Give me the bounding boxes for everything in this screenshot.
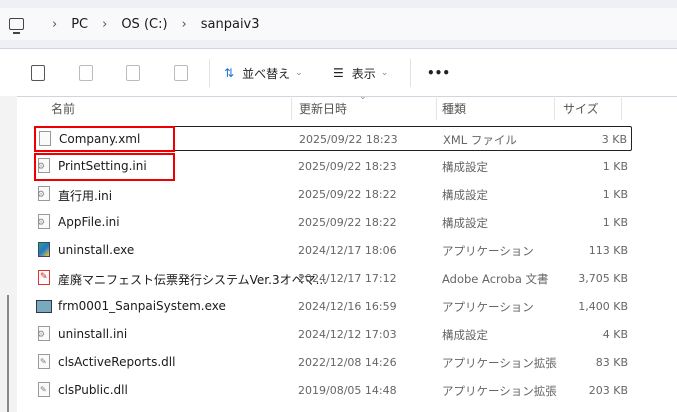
file-row[interactable]: 産廃マニフェスト伝票発行システムVer.3オペマ... 2024/12/17 1… (34, 266, 632, 291)
file-row[interactable]: uninstall.exe 2024/12/17 18:06 アプリケーション … (34, 238, 632, 263)
trash-icon (174, 65, 188, 81)
file-name: 産廃マニフェスト伝票発行システムVer.3オペマ... (58, 273, 328, 287)
file-size: 83 KB (595, 356, 628, 369)
file-name: 直行用.ini (58, 189, 113, 203)
clipboard-icon (31, 65, 45, 81)
share-button[interactable] (126, 63, 140, 83)
list-icon: ☰ (333, 66, 344, 80)
nav-scrollbar[interactable] (7, 295, 9, 412)
file-name: uninstall.exe (58, 243, 135, 257)
file-date: 2024/12/16 16:59 (298, 300, 397, 313)
breadcrumb-folder[interactable]: sanpaiv3 (201, 17, 260, 32)
column-divider (291, 96, 292, 120)
file-type: Adobe Acroba 文書 (442, 272, 549, 286)
file-row[interactable]: clsPublic.dll 2019/08/05 14:48 アプリケーション拡… (34, 378, 632, 403)
chevron-right-icon: › (181, 16, 187, 32)
column-divider (436, 96, 437, 120)
chevron-right-icon: › (102, 16, 108, 32)
delete-button[interactable] (174, 63, 188, 83)
dll-file-icon (38, 354, 50, 369)
file-type: アプリケーション (442, 244, 534, 258)
file-size: 1 KB (602, 188, 628, 201)
file-date: 2024/12/17 17:12 (298, 272, 397, 285)
rename-icon (79, 65, 93, 81)
file-size: 1 KB (602, 216, 628, 229)
file-size: 3,705 KB (578, 272, 628, 285)
view-button[interactable]: ☰ 表示 ⌄ (333, 63, 388, 83)
file-type: 構成設定 (442, 216, 488, 230)
file-size: 4 KB (602, 328, 628, 341)
file-row[interactable]: 直行用.ini 2025/09/22 18:22 構成設定 1 KB (34, 182, 632, 207)
highlight-box (34, 126, 175, 152)
file-name: AppFile.ini (58, 215, 120, 229)
file-date: 2019/08/05 14:48 (298, 384, 397, 397)
file-type: 構成設定 (442, 328, 488, 342)
file-size: 203 KB (588, 384, 628, 397)
breadcrumb-drive[interactable]: OS (C:) (121, 17, 167, 32)
column-divider (554, 96, 555, 120)
file-name: clsActiveReports.dll (58, 355, 176, 369)
column-header: 名前 更新日時 ⌄ 種類 サイズ (17, 92, 677, 120)
file-size: 1 KB (602, 160, 628, 173)
divider (209, 59, 210, 87)
view-label: 表示 (351, 66, 376, 81)
column-type[interactable]: 種類 (442, 100, 466, 117)
sort-desc-icon: ⌄ (359, 92, 367, 102)
file-type: 構成設定 (442, 188, 488, 202)
divider (410, 59, 411, 87)
file-date: 2025/09/22 18:22 (298, 188, 397, 201)
file-row[interactable]: AppFile.ini 2025/09/22 18:22 構成設定 1 KB (34, 210, 632, 235)
sort-button[interactable]: ⇅ 並べ替え ⌄ (224, 63, 303, 83)
file-name: frm0001_SanpaiSystem.exe (58, 299, 226, 313)
file-date: 2025/09/22 18:22 (298, 216, 397, 229)
file-name: clsPublic.dll (58, 383, 128, 397)
ini-file-icon (37, 326, 50, 341)
file-name: uninstall.ini (58, 327, 128, 341)
file-row[interactable]: clsActiveReports.dll 2022/12/08 14:26 アプ… (34, 350, 632, 375)
file-type: アプリケーション拡張 (442, 356, 557, 370)
file-row[interactable]: frm0001_SanpaiSystem.exe 2024/12/16 16:5… (34, 294, 632, 319)
rename-button[interactable] (79, 63, 93, 83)
dll-file-icon (38, 382, 50, 397)
sort-icon: ⇅ (224, 66, 235, 80)
file-date: 2022/12/08 14:26 (298, 356, 397, 369)
file-type: アプリケーション (442, 300, 534, 314)
file-date: 2024/12/12 17:03 (298, 328, 397, 341)
column-size[interactable]: サイズ (563, 100, 599, 117)
chevron-down-icon: ⌄ (380, 68, 389, 78)
app-exe-icon (36, 300, 52, 313)
file-type: アプリケーション拡張 (442, 384, 557, 398)
command-bar: ⇅ 並べ替え ⌄ ☰ 表示 ⌄ ••• (0, 48, 677, 97)
file-date: 2024/12/17 18:06 (298, 244, 397, 257)
column-date[interactable]: 更新日時 (299, 100, 347, 117)
paste-button[interactable] (31, 63, 45, 83)
file-size: 1,400 KB (578, 300, 628, 313)
chevron-right-icon: › (52, 16, 58, 32)
file-size: 3 KB (601, 133, 627, 146)
breadcrumb-pc[interactable]: PC (71, 17, 88, 32)
installer-exe-icon (38, 242, 50, 257)
share-icon (126, 65, 140, 81)
more-options-button[interactable]: ••• (427, 63, 450, 83)
address-bar[interactable]: › PC › OS (C:) › sanpaiv3 (0, 8, 677, 40)
pdf-file-icon (38, 270, 50, 285)
file-type: 構成設定 (442, 160, 488, 174)
file-date: 2025/09/22 18:23 (298, 160, 397, 173)
ini-file-icon (37, 186, 50, 201)
column-name[interactable]: 名前 (51, 100, 75, 117)
chevron-down-icon: ⌄ (295, 68, 303, 78)
file-row[interactable]: uninstall.ini 2024/12/12 17:03 構成設定 4 KB (34, 322, 632, 347)
ini-file-icon (37, 214, 50, 229)
file-size: 113 KB (588, 244, 628, 257)
computer-icon (9, 18, 24, 34)
file-date: 2025/09/22 18:23 (299, 133, 398, 146)
highlight-box (34, 153, 175, 181)
sort-label: 並べ替え (242, 66, 291, 81)
column-divider (621, 96, 622, 120)
file-type: XML ファイル (443, 133, 517, 147)
